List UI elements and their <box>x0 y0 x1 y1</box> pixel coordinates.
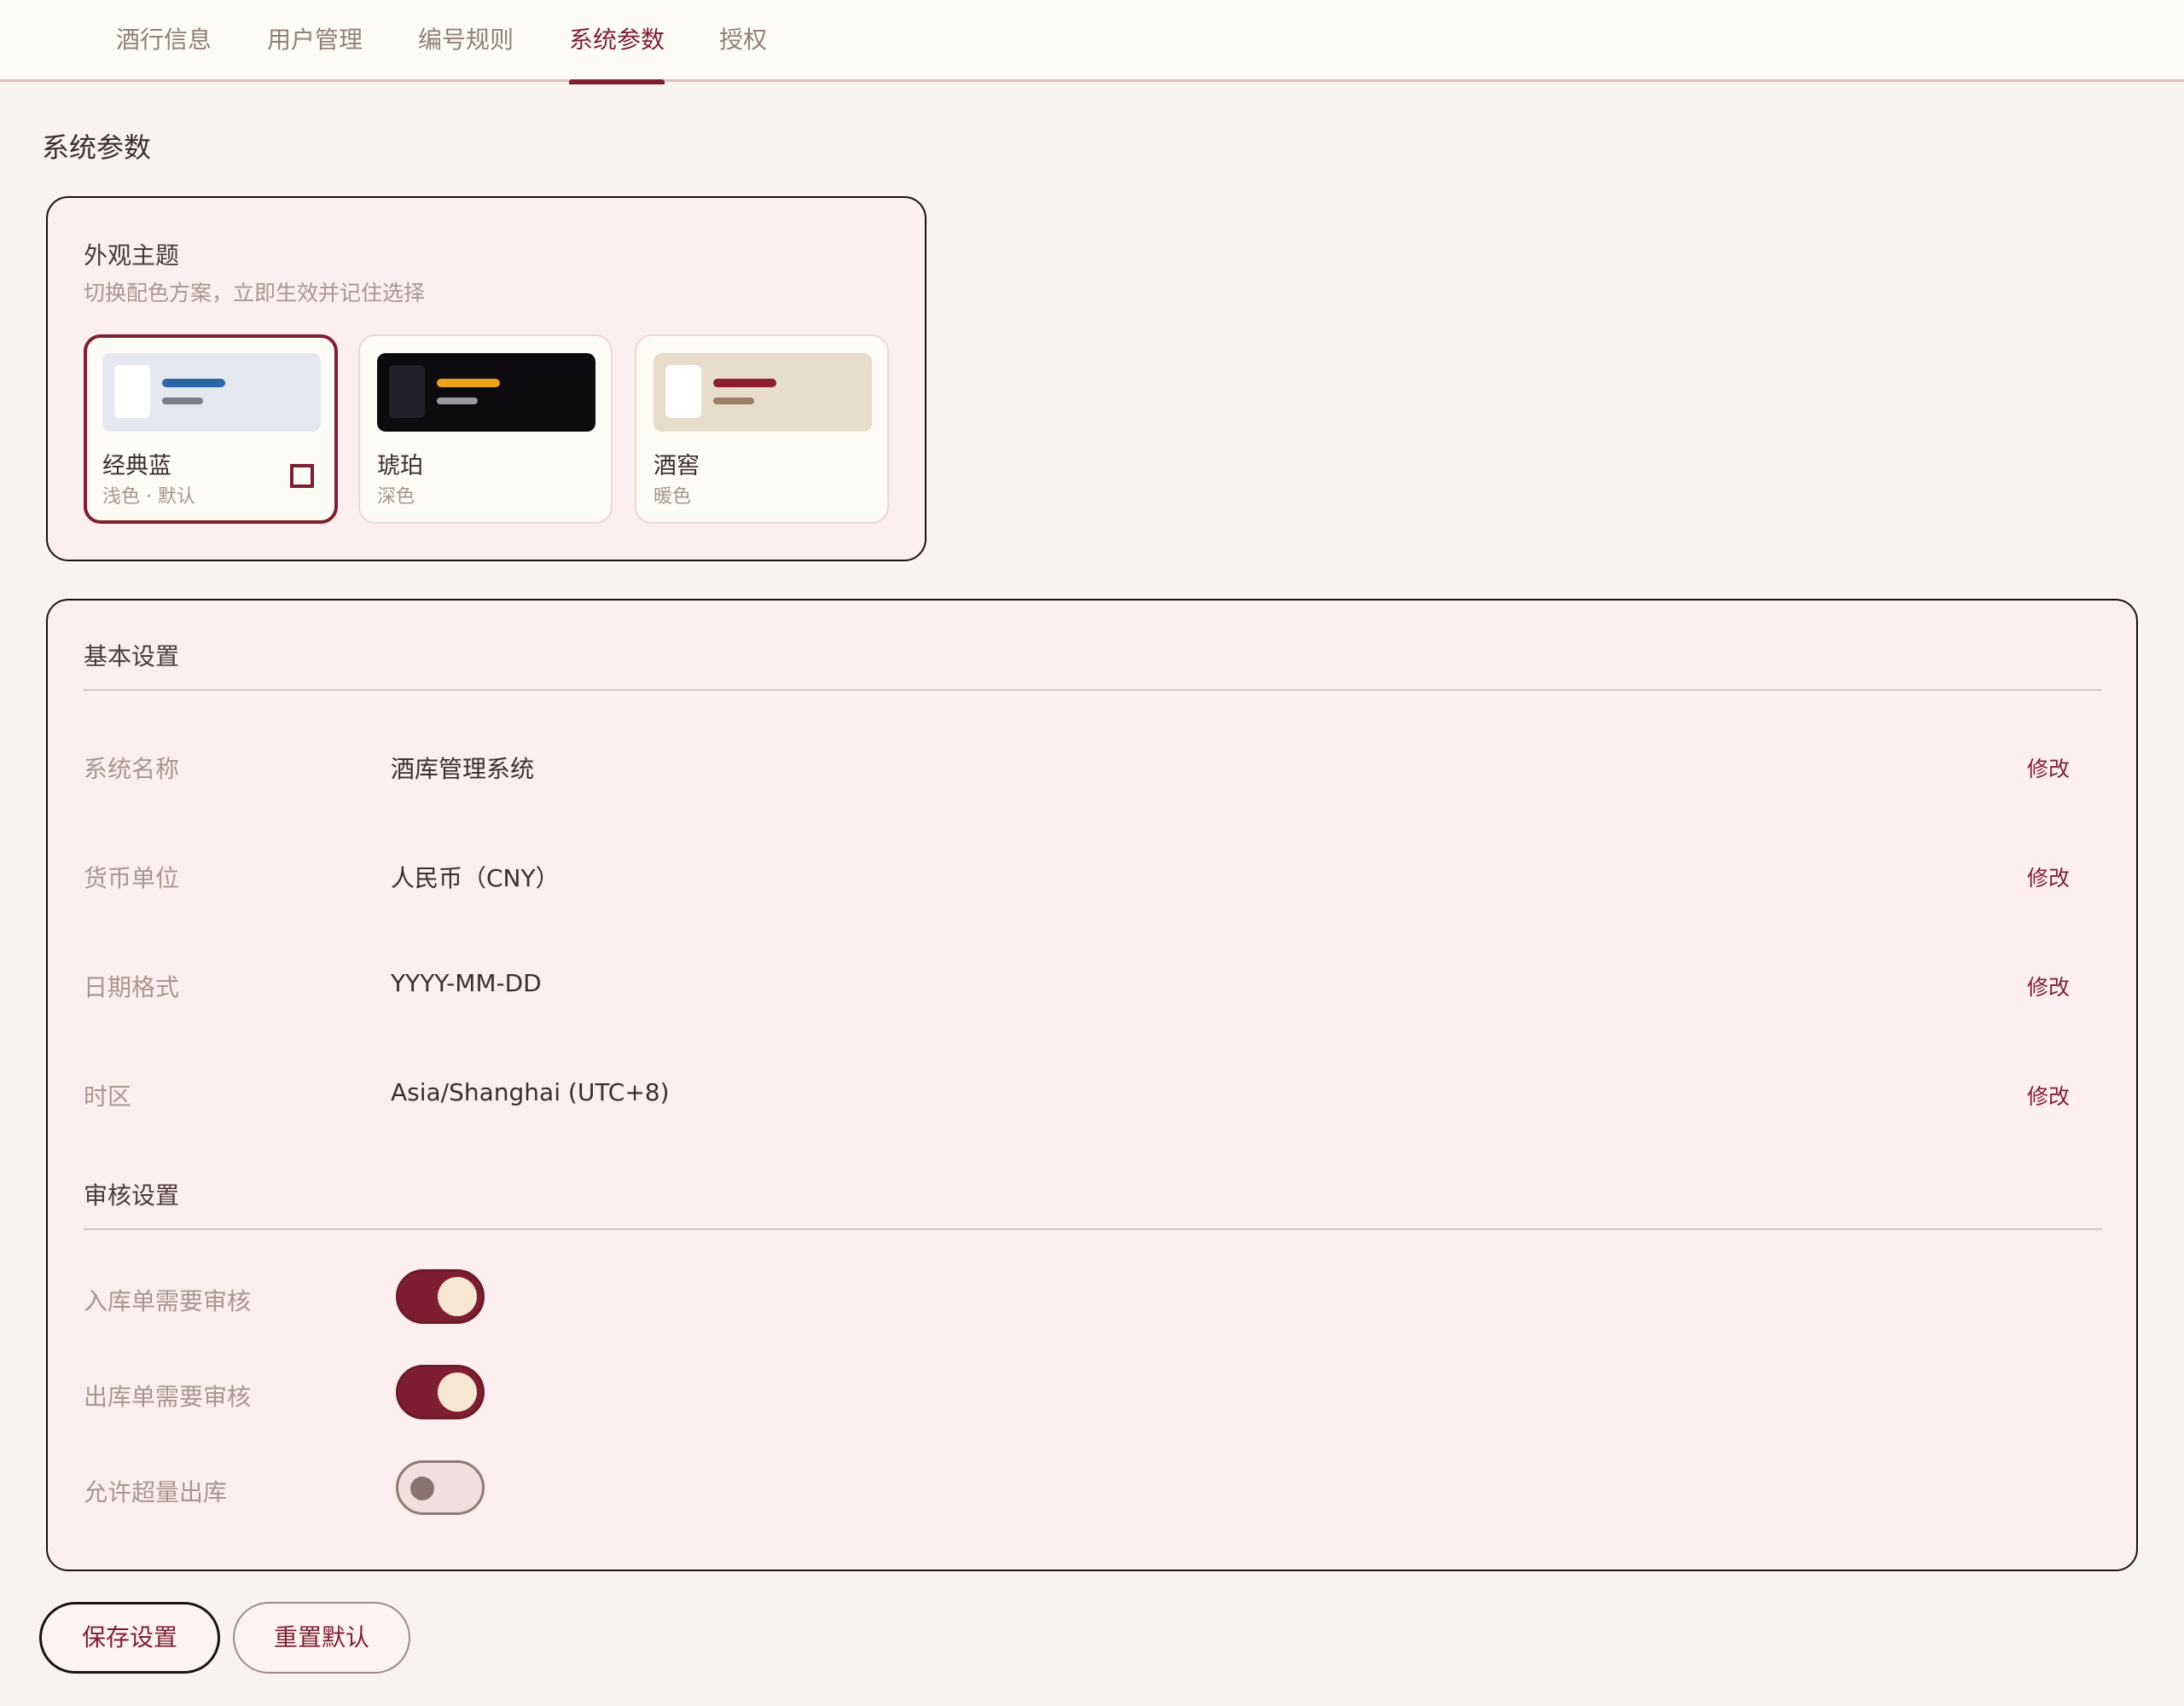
top-tab-bar: 酒行信息 用户管理 编号规则 系统参数 授权 <box>0 0 2184 84</box>
theme-section-title: 外观主题 <box>84 241 180 270</box>
theme-option-classic-blue[interactable]: 经典蓝 浅色 · 默认 <box>84 334 338 524</box>
preview-accent-line <box>162 379 225 387</box>
setting-value-system-name: 酒库管理系统 <box>391 755 535 783</box>
edit-system-name-link[interactable]: 修改 <box>2027 752 2070 783</box>
theme-option-subtitle: 暖色 <box>653 486 692 508</box>
theme-option-name: 琥珀 <box>377 453 423 479</box>
setting-label-currency: 货币单位 <box>84 864 180 892</box>
setting-label-timezone: 时区 <box>84 1082 132 1111</box>
preview-text-line <box>162 397 203 404</box>
selected-checkbox-icon <box>290 464 314 488</box>
tab-system-params[interactable]: 系统参数 <box>569 0 665 84</box>
setting-value-date-format: YYYY-MM-DD <box>391 969 542 997</box>
save-settings-button[interactable]: 保存设置 <box>39 1602 220 1674</box>
preview-accent-line <box>437 379 500 387</box>
setting-value-timezone: Asia/Shanghai (UTC+8) <box>391 1078 670 1106</box>
page-title: 系统参数 <box>42 131 152 164</box>
theme-preview <box>653 353 872 432</box>
preview-accent-line <box>713 379 776 387</box>
preview-sidebar <box>665 365 701 418</box>
tab-wine-shop-info[interactable]: 酒行信息 <box>116 0 212 82</box>
setting-label-date-format: 日期格式 <box>84 973 180 1001</box>
allow-over-outbound-toggle[interactable] <box>396 1460 485 1515</box>
appearance-theme-card: 外观主题 切换配色方案，立即生效并记住选择 经典蓝 浅色 · 默认 琥珀 深色 … <box>46 196 926 561</box>
tab-license[interactable]: 授权 <box>719 0 767 82</box>
toggle-knob <box>438 1277 477 1316</box>
toggle-label-allow-over-outbound: 允许超量出库 <box>84 1478 228 1506</box>
edit-currency-link[interactable]: 修改 <box>2027 862 2070 892</box>
toggle-label-inbound-audit: 入库单需要审核 <box>84 1287 252 1315</box>
section-divider <box>84 689 2102 691</box>
setting-value-currency: 人民币（CNY） <box>391 864 560 892</box>
theme-option-wine-cellar[interactable]: 酒窖 暖色 <box>635 334 889 524</box>
toggle-knob <box>410 1477 434 1500</box>
theme-preview <box>377 353 595 432</box>
theme-option-subtitle: 浅色 · 默认 <box>102 486 195 508</box>
settings-card: 基本设置 系统名称 酒库管理系统 修改 货币单位 人民币（CNY） 修改 日期格… <box>46 599 2138 1571</box>
basic-settings-title: 基本设置 <box>84 642 180 670</box>
preview-sidebar <box>114 365 150 418</box>
edit-date-format-link[interactable]: 修改 <box>2027 971 2070 1001</box>
inbound-audit-toggle[interactable] <box>396 1269 485 1324</box>
theme-section-description: 切换配色方案，立即生效并记住选择 <box>84 281 426 305</box>
edit-timezone-link[interactable]: 修改 <box>2027 1080 2070 1111</box>
theme-preview <box>102 353 321 432</box>
theme-option-amber[interactable]: 琥珀 深色 <box>358 334 613 524</box>
preview-sidebar <box>389 365 425 418</box>
audit-settings-title: 审核设置 <box>84 1181 180 1210</box>
theme-option-name: 酒窖 <box>653 453 700 479</box>
tab-user-management[interactable]: 用户管理 <box>267 0 363 82</box>
toggle-knob <box>438 1372 477 1412</box>
outbound-audit-toggle[interactable] <box>396 1365 485 1419</box>
setting-label-system-name: 系统名称 <box>84 755 180 783</box>
theme-option-subtitle: 深色 <box>377 486 415 508</box>
preview-text-line <box>713 397 754 404</box>
reset-defaults-button[interactable]: 重置默认 <box>233 1602 410 1674</box>
section-divider <box>84 1228 2102 1230</box>
toggle-label-outbound-audit: 出库单需要审核 <box>84 1383 252 1411</box>
theme-option-name: 经典蓝 <box>102 453 171 479</box>
preview-text-line <box>437 397 478 404</box>
tab-numbering-rules[interactable]: 编号规则 <box>418 0 514 82</box>
